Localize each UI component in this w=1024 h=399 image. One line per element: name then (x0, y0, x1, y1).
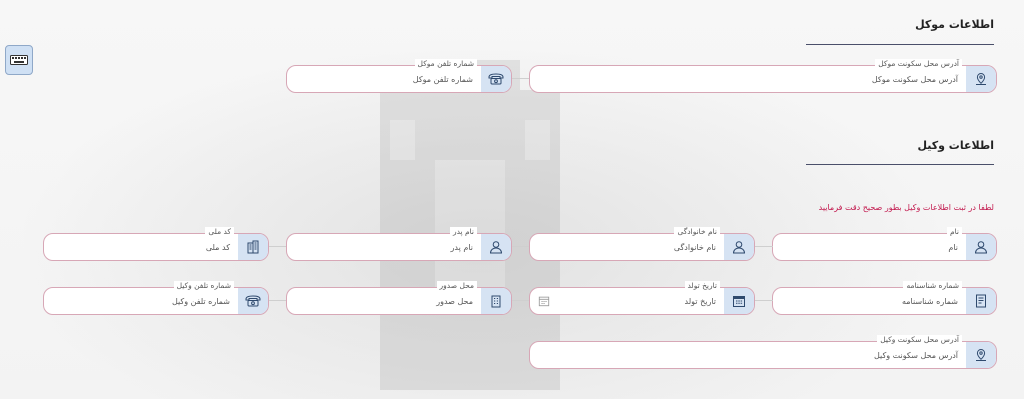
issue-place-label: محل صدور (436, 281, 477, 291)
last-name-label: نام خانوادگی (674, 227, 720, 237)
lawyer-id-number-field[interactable]: شماره شناسنامه شماره شناسنامه (772, 281, 997, 315)
connector-line (755, 300, 773, 301)
user-icon (724, 234, 754, 260)
first-name-input[interactable]: نام (948, 243, 958, 252)
id-number-input[interactable]: شماره شناسنامه (902, 297, 958, 306)
keyboard-icon (10, 55, 28, 65)
lawyer-phone-field[interactable]: شماره تلفن وکیل شماره تلفن وکیل (43, 281, 269, 315)
lawyer-national-code-field[interactable]: کد ملی کد ملی (43, 227, 269, 261)
issue-place-input[interactable]: محل صدور (436, 297, 473, 306)
first-name-label: نام (946, 227, 962, 237)
national-code-label: کد ملی (205, 227, 234, 237)
side-menu-button[interactable] (5, 45, 33, 75)
calendar-icon (724, 288, 754, 314)
building-watermark-icon (380, 60, 560, 390)
father-name-input[interactable]: نام پدر (451, 243, 473, 252)
connector-line (511, 246, 529, 247)
lawyer-address-label: آدرس محل سکونت وکیل (877, 335, 962, 345)
last-name-input[interactable]: نام خانوادگی (674, 243, 716, 252)
connector-line (511, 300, 529, 301)
lawyer-birth-date-field[interactable]: تاریخ تولد تاریخ تولد (529, 281, 755, 315)
client-phone-input[interactable]: شماره تلفن موکل (413, 75, 473, 84)
lawyer-section-title: اطلاعات وکیل (917, 139, 994, 152)
lawyer-first-name-field[interactable]: نام نام (772, 227, 997, 261)
connector-line (511, 78, 529, 79)
document-icon (966, 288, 996, 314)
client-address-label: آدرس محل سکونت موکل (875, 59, 962, 69)
national-code-input[interactable]: کد ملی (206, 243, 230, 252)
building-icon (238, 234, 268, 260)
lawyer-phone-input[interactable]: شماره تلفن وکیل (172, 297, 230, 306)
lawyer-issue-place-field[interactable]: محل صدور محل صدور (286, 281, 512, 315)
lawyer-section-divider (806, 164, 994, 165)
client-phone-label: شماره تلفن موکل (414, 59, 477, 69)
connector-line (268, 300, 286, 301)
phone-icon (481, 66, 511, 92)
connector-line (755, 246, 773, 247)
user-icon (481, 234, 511, 260)
father-name-label: نام پدر (449, 227, 477, 237)
client-address-field[interactable]: آدرس محل سکونت موکل آدرس محل سکونت موکل (529, 59, 997, 93)
id-number-label: شماره شناسنامه (903, 281, 962, 291)
lawyer-address-input[interactable]: آدرس محل سکونت وکیل (874, 351, 958, 360)
lawyer-notice: لطفا در ثبت اطلاعات وکیل بطور صحیح دقت ف… (818, 203, 994, 212)
lawyer-address-field[interactable]: آدرس محل سکونت وکیل آدرس محل سکونت وکیل (529, 335, 997, 369)
building-icon (481, 288, 511, 314)
calendar-picker-icon[interactable] (538, 295, 550, 307)
map-pin-icon (966, 66, 996, 92)
birth-date-input[interactable]: تاریخ تولد (685, 297, 716, 306)
user-icon (966, 234, 996, 260)
lawyer-father-name-field[interactable]: نام پدر نام پدر (286, 227, 512, 261)
client-address-input[interactable]: آدرس محل سکونت موکل (872, 75, 958, 84)
client-phone-field[interactable]: شماره تلفن موکل شماره تلفن موکل (286, 59, 512, 93)
map-pin-icon (966, 342, 996, 368)
lawyer-last-name-field[interactable]: نام خانوادگی نام خانوادگی (529, 227, 755, 261)
client-section-title: اطلاعات موکل (915, 18, 994, 31)
birth-date-label: تاریخ تولد (684, 281, 720, 291)
lawyer-phone-label: شماره تلفن وکیل (173, 281, 234, 291)
connector-line (268, 246, 286, 247)
phone-icon (238, 288, 268, 314)
client-section-divider (806, 44, 994, 45)
background (0, 0, 1024, 399)
